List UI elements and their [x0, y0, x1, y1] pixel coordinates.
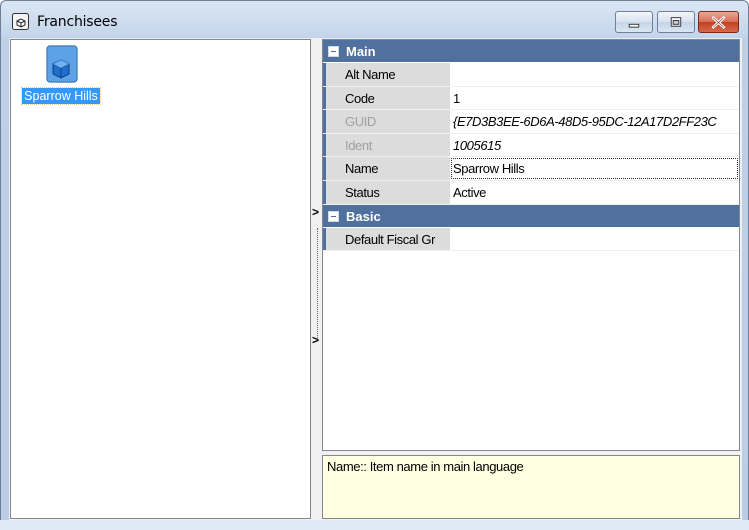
property-name: Default Fiscal Gr [326, 227, 450, 251]
minimize-icon [628, 23, 640, 28]
tree-item-label: Sparrow Hills [21, 87, 101, 105]
window-title: Franchisees [37, 14, 118, 30]
property-row-ident[interactable]: Ident 1005615 [323, 133, 739, 158]
property-value: {E7D3B3EE-6D6A-48D5-95DC-12A17D2FF23C [453, 114, 717, 130]
collapse-left-icon[interactable]: > [312, 206, 319, 218]
close-button[interactable] [698, 11, 739, 33]
property-grid[interactable]: Main Alt Name Code 1 GUID {E7D3B3EE-6D6A… [322, 39, 740, 451]
property-value[interactable] [450, 63, 739, 86]
property-value-input[interactable]: Sparrow Hills [450, 157, 739, 180]
property-name: GUID [326, 110, 450, 133]
window-bottom-edge [0, 520, 749, 530]
minimize-button[interactable] [615, 11, 653, 33]
maximize-button[interactable] [657, 11, 695, 33]
category-label: Main [346, 44, 376, 59]
property-row-name[interactable]: Name Sparrow Hills [323, 157, 739, 181]
collapse-icon[interactable] [328, 210, 339, 222]
property-value[interactable]: 1 [450, 87, 739, 110]
tree-pane[interactable]: Sparrow Hills [10, 39, 311, 519]
title-bar[interactable]: Franchisees [1, 1, 748, 37]
collapse-icon[interactable] [328, 46, 339, 57]
property-row-status[interactable]: Status Active [323, 180, 739, 205]
description-pane: Name:: Item name in main language [322, 455, 740, 519]
box-window-icon [12, 13, 29, 30]
property-row-default-fiscal-group[interactable]: Default Fiscal Gr [323, 227, 739, 252]
property-row-alt-name[interactable]: Alt Name [323, 63, 739, 87]
category-label: Basic [346, 208, 381, 224]
category-basic[interactable]: Basic [323, 204, 739, 228]
description-text: Name:: Item name in main language [327, 459, 524, 474]
franchisees-window: Franchisees Sparrow Hills > > Main Alt N… [0, 0, 749, 528]
property-value[interactable] [450, 228, 739, 251]
property-name: Code [326, 86, 450, 110]
property-name: Status [326, 180, 450, 204]
property-name: Ident [326, 133, 450, 157]
property-row-code[interactable]: Code 1 [323, 86, 739, 111]
close-icon [711, 16, 726, 29]
client-area: Sparrow Hills > > Main Alt Name Code 1 G… [9, 38, 742, 521]
splitter-grip[interactable] [317, 228, 318, 338]
property-value[interactable]: Active [450, 181, 739, 204]
splitter[interactable]: > > [312, 206, 322, 356]
category-main[interactable]: Main [323, 40, 739, 63]
expand-right-icon[interactable]: > [312, 334, 319, 346]
property-value: 1005615 [453, 137, 501, 153]
cube-icon [46, 45, 78, 83]
maximize-icon [670, 17, 682, 27]
property-name: Alt Name [326, 63, 450, 86]
property-name: Name [326, 157, 450, 180]
property-row-guid[interactable]: GUID {E7D3B3EE-6D6A-48D5-95DC-12A17D2FF2… [323, 110, 739, 134]
tree-item-sparrow-hills[interactable]: Sparrow Hills [20, 44, 102, 105]
